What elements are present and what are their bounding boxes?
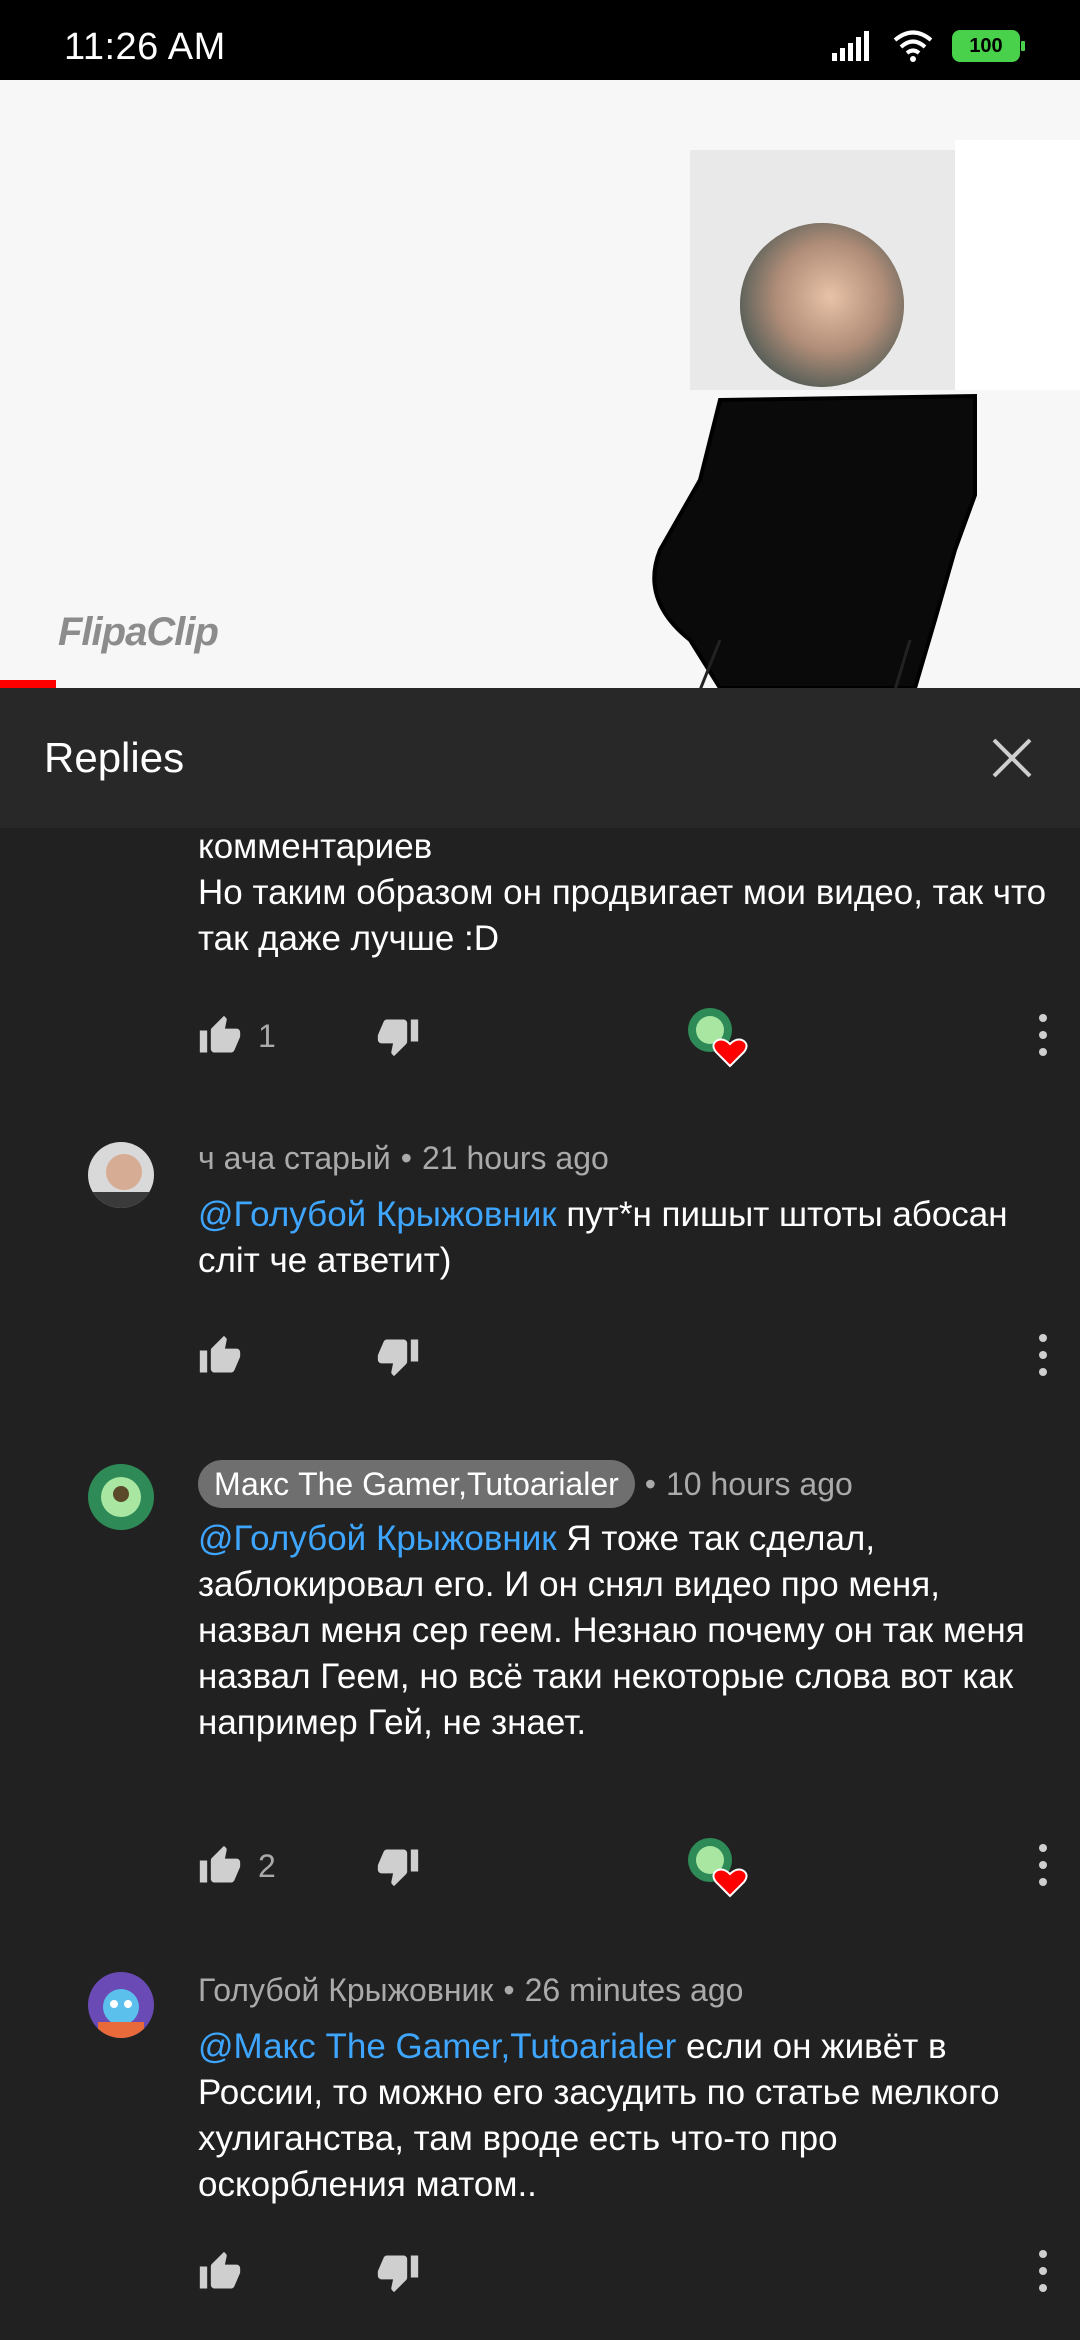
dislike-button[interactable] — [376, 1010, 420, 1062]
reply-author[interactable]: ч ача старый — [198, 1138, 391, 1178]
reply-mention[interactable]: @Голубой Крыжовник — [198, 1519, 557, 1558]
reply-author-creator-chip[interactable]: Макс The Gamer,Tutoarialer — [198, 1460, 635, 1508]
like-button[interactable]: 1 — [198, 1010, 276, 1062]
reply-actions — [198, 2240, 1058, 2300]
reply-text: комментариев Но таким образом он продвиг… — [198, 828, 1048, 962]
like-button[interactable] — [198, 2246, 258, 2298]
reply-text-line: Но таким образом он продвигает мои видео… — [198, 873, 1047, 958]
battery-icon: 100 — [952, 30, 1025, 62]
creator-heart-badge — [686, 1836, 750, 1900]
wifi-icon — [893, 30, 933, 62]
like-button[interactable]: 2 — [198, 1840, 276, 1892]
signal-icon — [832, 31, 869, 61]
reply-actions: 1 — [198, 1004, 1058, 1068]
replies-title: Replies — [44, 734, 185, 781]
thumb-down-icon — [377, 2255, 419, 2293]
avatar[interactable] — [88, 1142, 154, 1208]
replies-list[interactable]: комментариев Но таким образом он продвиг… — [0, 828, 1080, 2340]
more-options-button[interactable] — [1028, 1008, 1058, 1062]
more-vert-icon — [1039, 2250, 1047, 2292]
reply-meta: Голубой Крыжовник • 26 minutes ago — [198, 1970, 744, 2010]
more-options-button[interactable] — [1028, 1328, 1058, 1382]
thumb-down-icon — [377, 1339, 419, 1377]
more-vert-icon — [1039, 1844, 1047, 1886]
reply-time: 10 hours ago — [665, 1466, 853, 1502]
reply-mention[interactable]: @Макс The Gamer,Tutoarialer — [198, 2027, 676, 2066]
avatar[interactable] — [88, 1972, 154, 2038]
reply-meta: ч ача старый • 21 hours ago — [198, 1138, 609, 1178]
thumb-up-icon — [199, 1845, 241, 1883]
thumb-up-icon — [199, 1015, 241, 1053]
status-bar: 11:26 AM 100 — [0, 0, 1080, 80]
more-vert-icon — [1039, 1014, 1047, 1056]
creator-heart-badge — [686, 1006, 750, 1070]
status-icons: 100 — [832, 30, 1025, 62]
avatar[interactable] — [88, 1464, 154, 1530]
reply-text-line: комментариев — [198, 828, 433, 866]
heart-icon — [712, 1868, 748, 1898]
thumb-up-icon — [199, 1335, 241, 1373]
battery-level: 100 — [969, 34, 1003, 57]
close-button[interactable] — [974, 720, 1050, 796]
video-player[interactable]: FlipaClip — [0, 80, 1080, 688]
dislike-button[interactable] — [376, 2246, 420, 2298]
reply-time: 26 minutes ago — [524, 1972, 744, 2008]
video-progress-bar[interactable] — [0, 680, 56, 688]
thumb-up-icon — [199, 2251, 241, 2289]
video-frame-illustration — [652, 140, 1080, 688]
reply-mention[interactable]: @Голубой Крыжовник — [198, 1195, 557, 1234]
more-vert-icon — [1039, 1334, 1047, 1376]
reply-time: 21 hours ago — [421, 1140, 609, 1176]
video-watermark: FlipaClip — [58, 610, 219, 654]
reply-actions — [198, 1324, 1058, 1384]
heart-icon — [712, 1038, 748, 1068]
like-button[interactable] — [198, 1330, 258, 1382]
dislike-button[interactable] — [376, 1330, 420, 1382]
more-options-button[interactable] — [1028, 2244, 1058, 2298]
reply-author[interactable]: Голубой Крыжовник — [198, 1970, 493, 2010]
thumb-down-icon — [377, 1019, 419, 1057]
close-icon — [992, 738, 1032, 778]
more-options-button[interactable] — [1028, 1838, 1058, 1892]
reply-meta: Макс The Gamer,Tutoarialer • 10 hours ag… — [198, 1460, 1048, 1508]
like-count: 2 — [258, 1847, 276, 1884]
reply-text: @Голубой Крыжовник пут*н пишыт штоты або… — [198, 1192, 1048, 1284]
reply-text: @Голубой Крыжовник Я тоже так сделал, за… — [198, 1516, 1048, 1746]
reply-actions: 2 — [198, 1834, 1058, 1898]
thumb-down-icon — [377, 1849, 419, 1887]
replies-header: Replies — [0, 688, 1080, 829]
dislike-button[interactable] — [376, 1840, 420, 1892]
reply-text: @Макс The Gamer,Tutoarialer если он живё… — [198, 2024, 1048, 2208]
like-count: 1 — [258, 1017, 276, 1054]
status-time: 11:26 AM — [64, 26, 226, 68]
